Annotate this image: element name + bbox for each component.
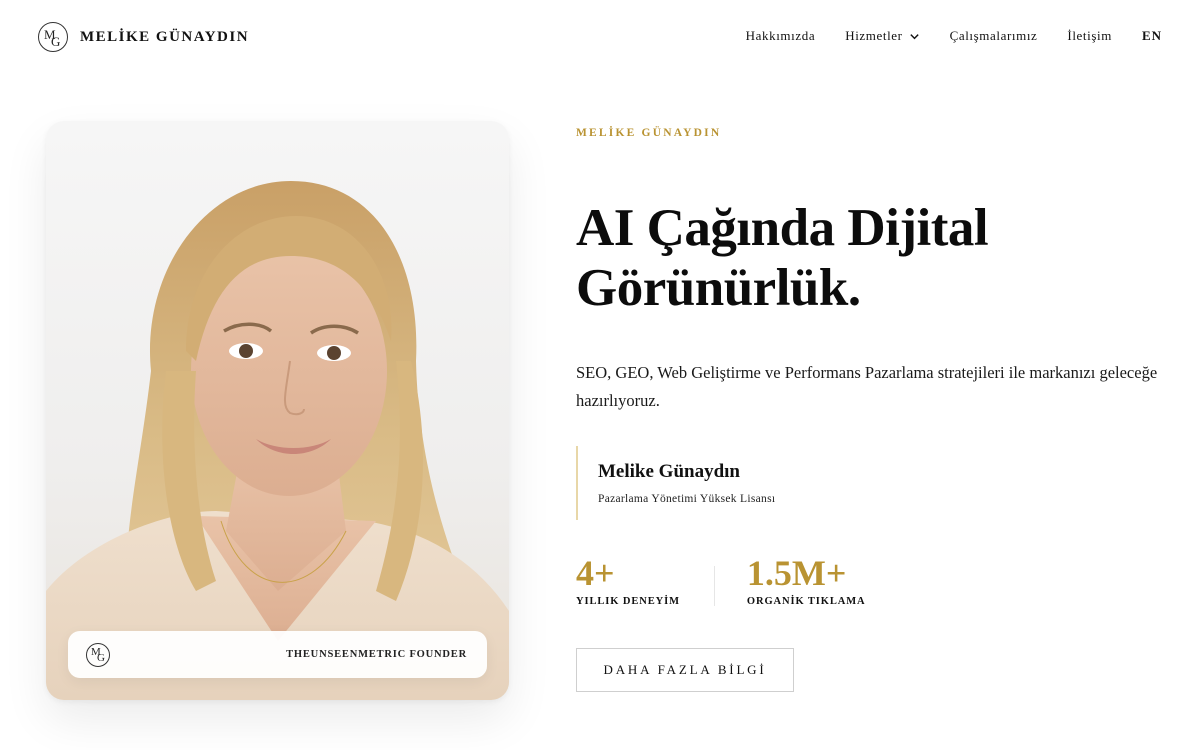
nav-link-services-label: Hizmetler <box>845 28 903 43</box>
hero-eyebrow: MELİKE GÜNAYDIN <box>576 127 722 139</box>
nav-link-services[interactable]: Hizmetler <box>845 28 919 44</box>
stat-label: YILLIK DENEYİM <box>576 596 680 607</box>
founder-badge-text: THEUNSEENMETRIC FOUNDER <box>286 649 467 660</box>
profile-quote-block: Melike Günaydın Pazarlama Yönetimi Yükse… <box>576 446 775 520</box>
nav-link-about[interactable]: Hakkımızda <box>746 28 816 44</box>
profile-photo-card: M G THEUNSEENMETRIC FOUNDER <box>46 121 509 700</box>
founder-badge: M G THEUNSEENMETRIC FOUNDER <box>68 631 487 678</box>
stat-value: 1.5M+ <box>746 553 847 593</box>
chevron-down-icon <box>909 33 919 39</box>
brand-logo-link[interactable]: M G MELİKE GÜNAYDIN <box>38 22 249 52</box>
stat-divider <box>713 566 715 606</box>
brand-name: MELİKE GÜNAYDIN <box>80 28 250 45</box>
nav-link-works[interactable]: Çalışmalarımız <box>950 28 1038 44</box>
stats-row: 4+ YILLIK DENEYİM 1.5M+ ORGANİK TIKLAMA <box>576 552 866 607</box>
portrait-photo <box>46 181 509 700</box>
headline-line-2: Görünürlük. <box>576 259 861 317</box>
headline-line-1: AI Çağında Dijital <box>576 199 989 257</box>
nav-link-contact[interactable]: İletişim <box>1067 28 1112 44</box>
monogram-badge-icon: M G <box>86 642 110 667</box>
stat-experience: 4+ YILLIK DENEYİM <box>576 552 680 607</box>
site-header: M G MELİKE GÜNAYDIN Hakkımızda Hizmetler… <box>0 0 1200 74</box>
stat-organic-clicks: 1.5M+ ORGANİK TIKLAMA <box>747 552 866 607</box>
monogram-logo-icon: M G <box>38 22 68 52</box>
hero-description: SEO, GEO, Web Geliştirme ve Performans P… <box>576 363 1158 410</box>
profile-title: Pazarlama Yönetimi Yüksek Lisansı <box>598 493 776 505</box>
profile-name: Melike Günaydın <box>598 461 740 482</box>
main-nav: Hakkımızda Hizmetler Çalışmalarımız İlet… <box>746 28 1162 44</box>
badge-letter-g: G <box>97 651 105 664</box>
logo-letter-g: G <box>51 34 61 49</box>
stat-value: 4+ <box>576 553 615 593</box>
learn-more-button[interactable]: DAHA FAZLA BİLGİ <box>576 648 794 692</box>
language-switch-en[interactable]: EN <box>1142 28 1162 44</box>
stat-label: ORGANİK TIKLAMA <box>746 596 866 607</box>
hero-headline: AI Çağında Dijital Görünürlük. <box>576 198 1136 318</box>
